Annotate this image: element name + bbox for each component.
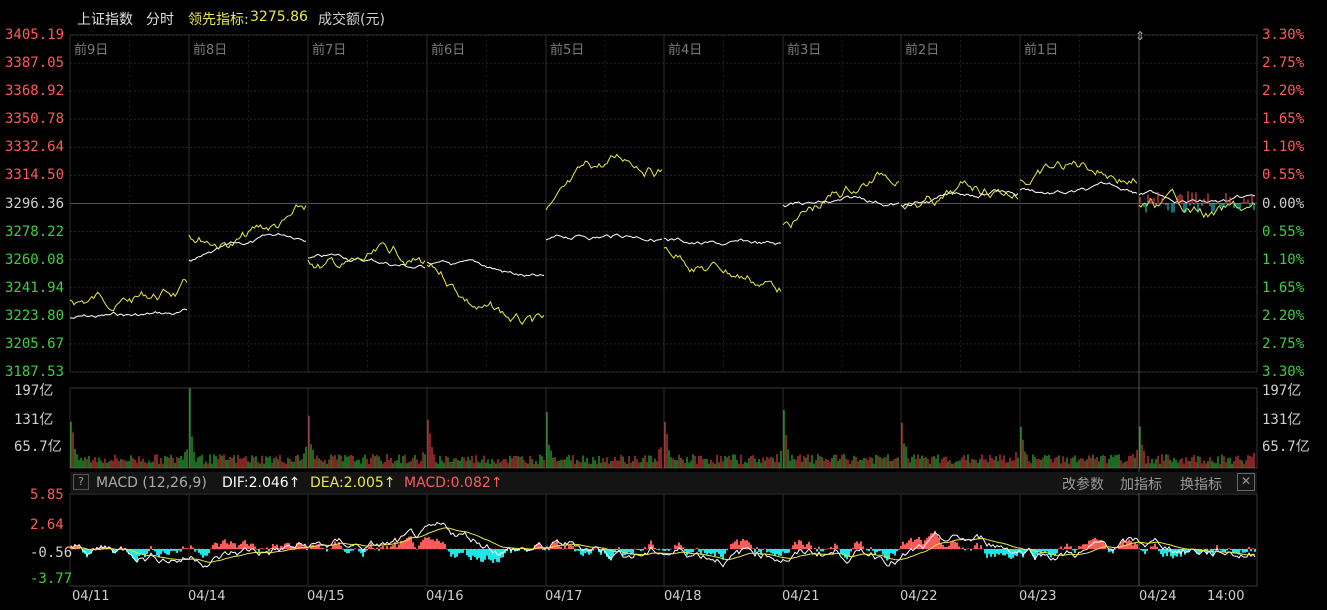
- price-line-day: [1138, 189, 1256, 204]
- percent-label-right: 2.20%: [1262, 307, 1305, 324]
- date-label: 04/24: [1139, 589, 1177, 604]
- price-label-left: 3405.19: [5, 27, 65, 43]
- price-label-left: 3387.05: [5, 55, 65, 72]
- percent-label-right: 1.65%: [1262, 279, 1305, 296]
- percent-label-right: 1.10%: [1262, 139, 1305, 156]
- percent-label-right: 1.10%: [1262, 251, 1305, 268]
- macd-name: MACD (12,26,9): [96, 475, 207, 491]
- price-label-left: 3241.94: [5, 279, 65, 296]
- price-label-left: 3314.50: [5, 167, 65, 184]
- percent-label-right: 2.75%: [1262, 55, 1305, 72]
- price-label-left: 3260.08: [5, 251, 65, 268]
- percent-label-right: 0.00%: [1262, 195, 1305, 212]
- price-label-left: 3332.64: [5, 139, 65, 156]
- date-label: 04/11: [72, 589, 110, 604]
- date-label: 04/14: [188, 589, 226, 604]
- percent-label-right: 3.30%: [1262, 27, 1305, 43]
- percent-label-right: 0.55%: [1262, 223, 1305, 240]
- day-label: 前9日: [74, 43, 109, 58]
- add-indicator-button[interactable]: 加指标: [1120, 474, 1162, 494]
- percent-label-right: 3.30%: [1262, 364, 1305, 380]
- macd-label: 5.85: [30, 487, 64, 503]
- macd-toolbar: ? MACD (12,26,9) DIF:2.046↑ DEA:2.005↑ M…: [70, 472, 1257, 493]
- date-label: 04/22: [900, 589, 938, 604]
- lead-line-day: [900, 180, 1019, 210]
- date-label: 04/16: [426, 589, 464, 604]
- macd-label: -3.77: [30, 571, 73, 587]
- price-label-left: 3296.36: [5, 195, 65, 212]
- macd-label: 2.64: [30, 517, 64, 533]
- price-line-day: [663, 237, 782, 246]
- day-label: 前7日: [312, 43, 347, 58]
- volume-label-left: 131亿: [14, 412, 54, 428]
- date-label: 04/15: [307, 589, 345, 604]
- macd-dea: DEA:2.005↑: [310, 475, 396, 491]
- price-line-day: [782, 195, 900, 208]
- lead-line-day: [188, 204, 307, 250]
- percent-label-right: 2.75%: [1262, 335, 1305, 352]
- macd-label: -0.56: [30, 545, 73, 561]
- volume-label-right: 197亿: [1262, 383, 1302, 399]
- price-line-day: [426, 259, 545, 277]
- close-icon[interactable]: ✕: [1237, 473, 1255, 491]
- date-label: 04/17: [545, 589, 583, 604]
- lead-line-day: [545, 153, 663, 211]
- cursor-icon: ⇕: [1135, 29, 1145, 43]
- price-label-left: 3187.53: [5, 364, 65, 380]
- date-label: 04/21: [782, 589, 820, 604]
- price-line-day: [545, 233, 663, 243]
- day-label: 前5日: [550, 43, 585, 58]
- lead-line-day: [426, 262, 545, 326]
- volume-label-right: 131亿: [1262, 412, 1302, 428]
- price-label-left: 3368.92: [5, 83, 65, 100]
- day-label: 前3日: [787, 43, 822, 58]
- percent-label-right: 2.20%: [1262, 83, 1305, 100]
- day-label: 前2日: [905, 43, 940, 58]
- price-line-day: [188, 232, 306, 262]
- price-label-left: 3205.67: [5, 335, 65, 352]
- day-label: 前8日: [193, 43, 228, 58]
- volume-label-left: 197亿: [14, 383, 54, 399]
- day-label: 前6日: [431, 43, 466, 58]
- day-label: 前1日: [1024, 43, 1059, 58]
- date-label: 04/23: [1019, 589, 1057, 604]
- macd-dea-line: [70, 527, 1256, 563]
- price-label-left: 3350.78: [5, 111, 65, 128]
- percent-label-right: 1.65%: [1262, 111, 1305, 128]
- macd-dif: DIF:2.046↑: [222, 475, 301, 491]
- macd-value: MACD:0.082↑: [404, 475, 503, 491]
- day-label: 前4日: [668, 43, 703, 58]
- date-label: 04/18: [664, 589, 702, 604]
- volume-label-right: 65.7亿: [1262, 439, 1310, 455]
- lead-line-day: [663, 246, 782, 294]
- change-params-button[interactable]: 改参数: [1062, 474, 1104, 494]
- lead-line-day: [1019, 160, 1138, 186]
- switch-indicator-button[interactable]: 换指标: [1180, 474, 1222, 494]
- volume-label-left: 65.7亿: [14, 439, 62, 455]
- macd-help-button[interactable]: ?: [73, 474, 89, 490]
- lead-line-day: [69, 279, 188, 312]
- price-line-day: [70, 308, 188, 319]
- price-label-left: 3223.80: [5, 307, 65, 324]
- percent-label-right: 0.55%: [1262, 167, 1305, 184]
- price-line-day: [1019, 181, 1138, 195]
- intraday-chart[interactable]: ⇕: [0, 0, 1327, 610]
- macd-dif-line: [70, 521, 1256, 568]
- price-label-left: 3278.22: [5, 223, 65, 240]
- date-label: 14:00: [1207, 589, 1245, 604]
